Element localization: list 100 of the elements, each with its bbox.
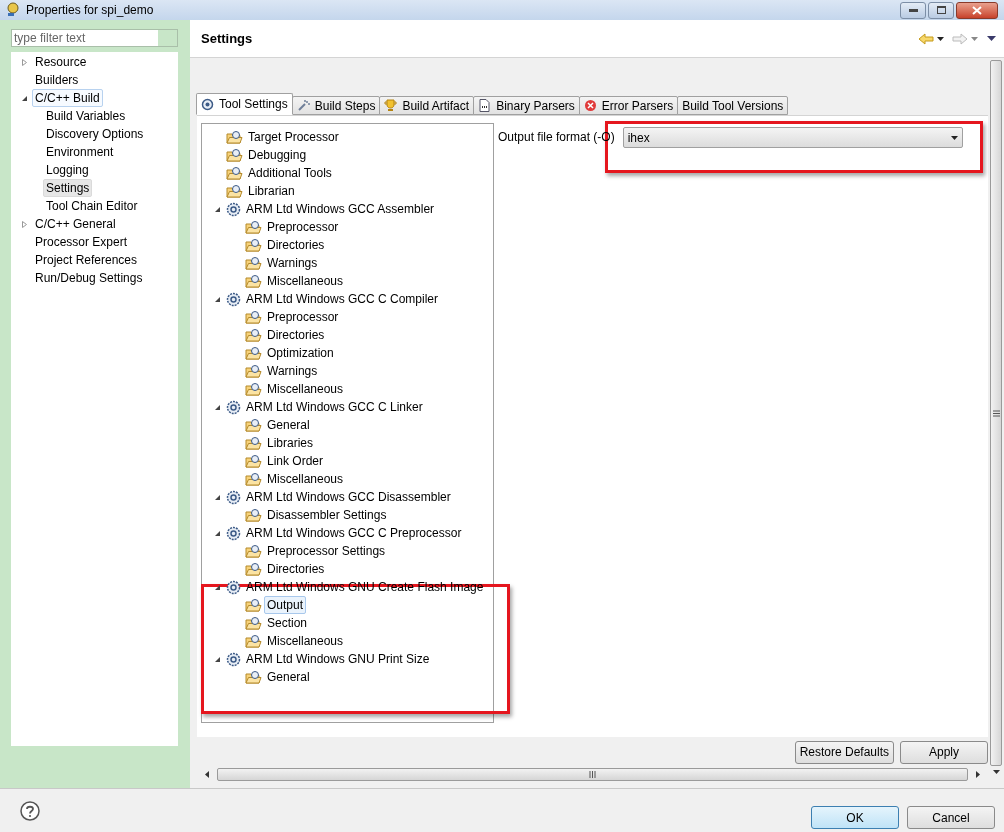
window-title: Properties for spi_demo [26,2,154,19]
tab[interactable]: Binary Parsers [473,96,580,115]
view-menu-icon[interactable] [987,36,996,41]
tree-item[interactable]: Librarian [245,182,298,200]
scroll-down-icon[interactable] [992,770,1000,774]
scroll-thumb[interactable] [990,60,1002,766]
folder-gear-icon [245,381,262,397]
collapse-arrow-icon[interactable] [214,583,221,591]
folder-gear-icon [245,273,262,289]
tree-item[interactable]: Preprocessor [264,218,342,236]
close-button[interactable] [956,1,998,19]
folder-gear-icon [245,219,262,235]
folder-gear-icon [245,327,262,343]
sidebar-item[interactable]: Processor Expert [32,233,131,251]
collapse-arrow-icon[interactable] [214,529,221,537]
ok-button[interactable]: OK [811,806,899,829]
sidebar-item[interactable]: Build Variables [43,107,129,125]
tree-item[interactable]: Additional Tools [245,164,335,182]
folder-gear-icon [245,237,262,253]
scroll-thumb[interactable] [217,768,968,781]
tree-item[interactable]: Target Processor [245,128,342,146]
sidebar-item[interactable]: Tool Chain Editor [43,197,141,215]
tab[interactable]: Tool Settings [196,93,293,115]
collapse-arrow-icon[interactable] [214,655,221,663]
folder-gear-icon [226,183,243,199]
tree-item[interactable]: Miscellaneous [264,632,347,650]
sidebar-item[interactable]: Settings [43,179,93,197]
grip-icon [992,409,1000,417]
collapse-arrow-icon[interactable] [214,493,221,501]
sidebar-item[interactable]: Discovery Options [43,125,147,143]
tree-item[interactable]: Directories [264,236,328,254]
folder-gear-icon [245,363,262,379]
cancel-button[interactable]: Cancel [907,806,995,829]
tree-item[interactable]: Disassembler Settings [264,506,390,524]
gear-icon [226,651,241,667]
tree-item[interactable]: Miscellaneous [264,272,347,290]
tree-item[interactable]: ARM Ltd Windows GCC C Preprocessor [243,524,465,542]
trophy-icon [384,99,398,112]
collapse-arrow-icon[interactable] [214,295,221,303]
restore-defaults-button[interactable]: Restore Defaults [794,740,894,764]
sidebar-item[interactable]: Resource [32,53,90,71]
tree-item[interactable]: Optimization [264,344,337,362]
apply-button[interactable]: Apply [900,740,988,764]
sidebar-item[interactable]: Logging [43,161,92,179]
tab[interactable]: Build Steps [291,96,381,115]
folder-gear-icon [245,669,262,685]
tab[interactable]: Build Artifact [379,96,475,115]
tree-item[interactable]: Directories [264,326,328,344]
tree-item[interactable]: ARM Ltd Windows GNU Print Size [243,650,433,668]
sidebar-item[interactable]: C/C++ General [32,215,119,233]
sidebar-item[interactable]: Run/Debug Settings [32,269,146,287]
tree-item[interactable]: Warnings [264,362,321,380]
tree-item[interactable]: General [264,416,313,434]
scroll-left-icon[interactable] [205,771,209,778]
minimize-icon [908,8,918,12]
dropdown-icon[interactable] [937,36,944,41]
tree-item[interactable]: General [264,668,313,686]
expand-arrow-icon[interactable] [21,58,28,66]
tree-item[interactable]: Libraries [264,434,317,452]
gear-icon [201,97,214,111]
collapse-arrow-icon[interactable] [214,403,221,411]
collapse-arrow-icon[interactable] [214,205,221,213]
tree-item[interactable]: Link Order [264,452,327,470]
folder-gear-icon [245,543,262,559]
folder-gear-icon [245,309,262,325]
scroll-right-icon[interactable] [976,771,980,778]
tree-item[interactable]: Miscellaneous [264,470,347,488]
tree-item[interactable]: Miscellaneous [264,380,347,398]
minimize-button[interactable] [900,1,926,19]
folder-gear-icon [226,147,243,163]
format-dropdown[interactable]: ihex [622,127,963,148]
tree-item[interactable]: Debugging [245,146,310,164]
close-icon [972,5,982,15]
folder-gear-icon [226,129,243,145]
help-icon[interactable] [20,800,40,821]
folder-gear-icon [245,507,262,523]
gear-icon [226,201,241,217]
tree-item[interactable]: Warnings [264,254,321,272]
tree-item[interactable]: Output [264,596,307,614]
folder-gear-icon [245,435,262,451]
collapse-arrow-icon[interactable] [21,94,28,102]
sidebar-item[interactable]: C/C++ Build [32,89,103,107]
tree-item[interactable]: ARM Ltd Windows GCC C Compiler [243,290,442,308]
tree-item[interactable]: ARM Ltd Windows GCC C Linker [243,398,426,416]
sidebar-item[interactable]: Environment [43,143,117,161]
gear-icon [226,291,241,307]
tree-item[interactable]: ARM Ltd Windows GCC Disassembler [243,488,454,506]
tab[interactable]: Build Tool Versions [677,96,789,115]
binary-document-icon [478,99,492,112]
tree-item[interactable]: Directories [264,560,328,578]
tab[interactable]: Error Parsers [578,96,679,115]
sidebar-item[interactable]: Project References [32,251,141,269]
expand-arrow-icon[interactable] [21,220,28,228]
sidebar-item[interactable]: Builders [32,71,82,89]
maximize-button[interactable] [928,1,954,19]
tree-item[interactable]: Preprocessor [264,308,342,326]
tree-item[interactable]: Preprocessor Settings [264,542,389,560]
tree-item[interactable]: Section [264,614,311,632]
gear-icon [226,579,241,595]
tree-item[interactable]: ARM Ltd Windows GCC Assembler [243,200,438,218]
